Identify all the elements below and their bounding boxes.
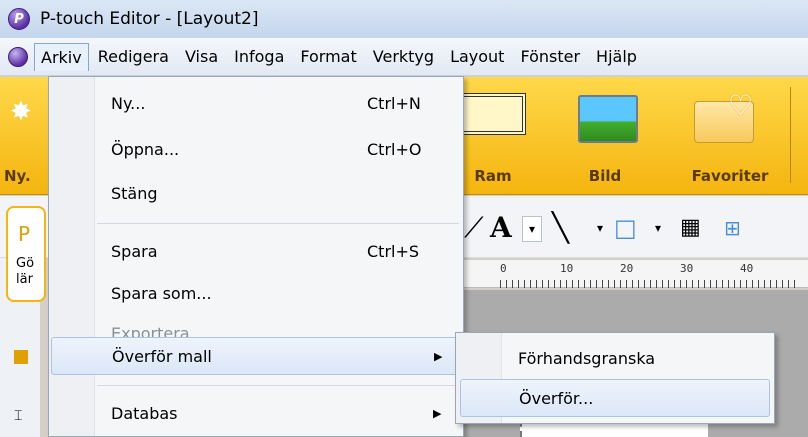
panel-marker-icon [14, 350, 28, 364]
menu-item-save-as[interactable]: Spara som... [51, 273, 461, 313]
menu-item-open[interactable]: Öppna... Ctrl+O [51, 129, 461, 169]
heart-icon: ♡ [728, 89, 754, 122]
picture-icon [578, 95, 638, 143]
shape-tool-icon[interactable]: □ [614, 212, 637, 244]
ribbon-separator [790, 87, 791, 183]
menu-item-close[interactable]: Stäng [51, 173, 461, 213]
card-text-line2: lär [16, 272, 33, 287]
menu-item-label: Ny... [111, 93, 146, 113]
line-dropdown-icon[interactable]: ▾ [590, 216, 610, 242]
window-title: P-touch Editor - [Layout2] [40, 9, 259, 29]
menu-item-label: Överför mall [112, 346, 212, 366]
ribbon-favorites-button[interactable]: ♡ Favoriter [680, 83, 780, 193]
document-system-icon[interactable] [8, 46, 28, 67]
ribbon-new-button[interactable]: ✸ Ny. [0, 83, 50, 193]
ruler-number: 20 [620, 262, 634, 275]
ruler-ticks [500, 260, 800, 288]
text-tool-icon[interactable]: A [490, 212, 512, 244]
shape-dropdown-icon[interactable]: ▾ [648, 216, 668, 242]
submenu-item-label: Förhandsgranska [518, 348, 656, 368]
table-tool-icon[interactable]: ▦ [680, 212, 701, 244]
menu-item-database[interactable]: Databas ▶ [51, 393, 461, 433]
text-cursor-icon: ⌶ [14, 408, 23, 424]
ruler-number: 30 [680, 262, 694, 275]
menu-item-label: Spara som... [111, 283, 212, 303]
card-text-line1: Gö [16, 256, 35, 271]
ruler-number: 40 [740, 262, 754, 275]
menu-arkiv[interactable]: Arkiv [34, 42, 89, 71]
menu-visa[interactable]: Visa [178, 42, 225, 71]
menu-separator [97, 223, 459, 224]
ribbon-new-label: Ny. [4, 167, 31, 185]
ruler-number: 0 [500, 262, 507, 275]
menu-item-label: Stäng [111, 183, 158, 203]
menu-separator [97, 385, 459, 386]
menu-item-transfer-template[interactable]: Överför mall ▶ [51, 337, 461, 375]
card-letter: P [18, 222, 31, 246]
menu-item-label: Öppna... [111, 139, 180, 159]
frame-icon [458, 93, 526, 135]
menu-verktyg[interactable]: Verktyg [366, 42, 441, 71]
text-dropdown-icon[interactable]: ▾ [522, 216, 542, 242]
menu-infoga[interactable]: Infoga [227, 42, 291, 71]
menu-item-label: Spara [111, 241, 158, 261]
menu-fonster[interactable]: Fönster [513, 42, 587, 71]
submenu-item-transfer[interactable]: Överför... [460, 379, 770, 417]
ribbon-favorites-label: Favoriter [691, 167, 769, 185]
menu-bar: Arkiv Redigera Visa Infoga Format Verkty… [0, 38, 808, 76]
menu-item-save[interactable]: Spara Ctrl+S [51, 231, 461, 271]
submenu-item-label: Överför... [519, 388, 594, 408]
menu-item-shortcut: Ctrl+O [367, 139, 422, 159]
submenu-item-preview[interactable]: Förhandsgranska [460, 339, 770, 377]
ptouch-app-icon[interactable]: P [8, 8, 30, 30]
menu-layout[interactable]: Layout [443, 42, 511, 71]
transfer-submenu: Förhandsgranska Överför... [455, 332, 775, 424]
new-layout-icon: ✸ [10, 97, 32, 127]
menu-hjalp[interactable]: Hjälp [589, 42, 644, 71]
layout-tool-icon[interactable]: ⊞ [724, 212, 741, 244]
ruler-number: 10 [560, 262, 574, 275]
title-bar: P P-touch Editor - [Layout2] [0, 0, 808, 38]
ribbon-picture-label: Bild [588, 167, 622, 185]
ribbon-picture-button[interactable]: Bild [560, 83, 650, 193]
getting-started-card[interactable]: P Gö lär [6, 206, 46, 302]
horizontal-ruler: 0 10 20 30 40 [460, 260, 808, 288]
submenu-arrow-icon: ▶ [434, 349, 443, 363]
line-tool-icon[interactable]: ╲ [552, 212, 569, 244]
menu-item-shortcut: Ctrl+N [367, 93, 421, 113]
menu-item-shortcut: Ctrl+S [367, 241, 420, 261]
menu-format[interactable]: Format [293, 42, 363, 71]
submenu-arrow-icon: ▶ [433, 406, 442, 420]
menu-item-label: Databas [111, 403, 178, 423]
menu-item-new[interactable]: Ny... Ctrl+N [51, 83, 461, 123]
menu-redigera[interactable]: Redigera [91, 42, 176, 71]
file-menu-dropdown: Ny... Ctrl+N Öppna... Ctrl+O Stäng Spara… [48, 76, 464, 437]
partial-tool-icon[interactable]: ⟋ [464, 212, 484, 244]
